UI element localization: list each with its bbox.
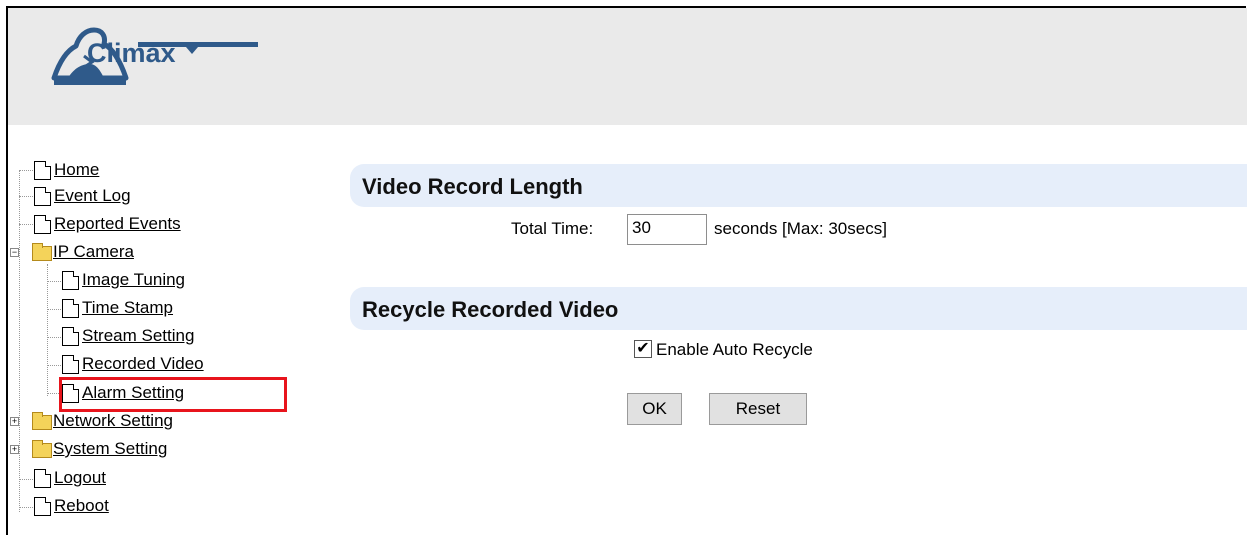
nav-link-home[interactable]: Home [54, 160, 99, 180]
folder-icon [32, 439, 52, 458]
page-icon [34, 496, 51, 516]
page-icon [34, 186, 51, 206]
section-title: Recycle Recorded Video [362, 297, 619, 322]
tree-line [19, 224, 33, 225]
page-icon [34, 214, 51, 234]
collapse-toggle-icon[interactable]: − [10, 248, 19, 257]
reset-button[interactable]: Reset [709, 393, 807, 425]
highlight-box [59, 377, 287, 412]
tree-line [19, 507, 33, 508]
tree-line [47, 337, 61, 338]
nav-link-stream-setting[interactable]: Stream Setting [82, 326, 194, 346]
tree-line [47, 365, 61, 366]
tree-line [47, 264, 48, 396]
nav-link-reported-events[interactable]: Reported Events [54, 214, 181, 234]
nav-item-ip-camera[interactable]: IP Camera [32, 241, 134, 263]
ok-button[interactable]: OK [627, 393, 682, 425]
nav-link-ip-camera[interactable]: IP Camera [53, 242, 134, 262]
nav-link-logout[interactable]: Logout [54, 468, 106, 488]
expand-toggle-icon[interactable]: + [10, 445, 19, 454]
nav-link-recorded-video[interactable]: Recorded Video [82, 354, 204, 374]
enable-auto-recycle-label: Enable Auto Recycle [656, 340, 813, 359]
nav-link-network-setting[interactable]: Network Setting [53, 411, 173, 431]
nav-item-reboot[interactable]: Reboot [34, 495, 109, 517]
nav-link-time-stamp[interactable]: Time Stamp [82, 298, 173, 318]
nav-item-system-setting[interactable]: System Setting [32, 438, 167, 460]
nav-link-image-tuning[interactable]: Image Tuning [82, 270, 185, 290]
folder-open-icon [32, 242, 52, 261]
tree-line [19, 170, 33, 171]
tree-line [19, 196, 33, 197]
nav-item-image-tuning[interactable]: Image Tuning [62, 269, 185, 291]
nav-item-network-setting[interactable]: Network Setting [32, 410, 173, 432]
total-time-label: Total Time: [511, 219, 594, 238]
folder-icon [32, 411, 52, 430]
section-video-record-length: Video Record Length [350, 164, 1247, 207]
nav-link-event-log[interactable]: Event Log [54, 186, 131, 206]
nav-item-reported-events[interactable]: Reported Events [34, 213, 181, 235]
tree-line [19, 479, 33, 480]
nav-link-system-setting[interactable]: System Setting [53, 439, 167, 459]
nav-item-logout[interactable]: Logout [34, 467, 106, 489]
expand-toggle-icon[interactable]: + [10, 417, 19, 426]
section-title: Video Record Length [362, 174, 583, 199]
tree-line [47, 309, 61, 310]
nav-item-home[interactable]: Home [34, 159, 99, 181]
total-time-unit-label: seconds [Max: 30secs] [714, 219, 887, 238]
nav-item-time-stamp[interactable]: Time Stamp [62, 297, 173, 319]
enable-auto-recycle-checkbox[interactable]: ✔ [634, 340, 652, 358]
tree-line [47, 281, 61, 282]
nav-item-event-log[interactable]: Event Log [34, 185, 131, 207]
page-frame [6, 6, 1246, 535]
page-icon [62, 270, 79, 290]
nav-link-reboot[interactable]: Reboot [54, 496, 109, 516]
page-icon [62, 354, 79, 374]
total-time-input[interactable]: 30 [627, 214, 707, 245]
page-icon [34, 160, 51, 180]
tree-line [19, 170, 20, 512]
page-icon [62, 326, 79, 346]
page-icon [62, 298, 79, 318]
page-icon [34, 468, 51, 488]
nav-item-recorded-video[interactable]: Recorded Video [62, 353, 204, 375]
nav-item-stream-setting[interactable]: Stream Setting [62, 325, 194, 347]
section-recycle-recorded-video: Recycle Recorded Video [350, 287, 1247, 330]
